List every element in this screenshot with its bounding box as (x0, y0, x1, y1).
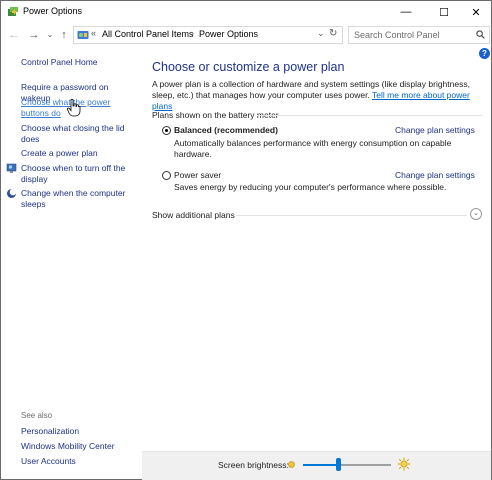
personalization-link[interactable]: Personalization (21, 426, 139, 437)
sleep-moon-icon (7, 188, 17, 198)
help-icon[interactable]: ? (479, 48, 490, 59)
maximize-button[interactable]: ☐ (427, 1, 461, 23)
balanced-change-settings-link[interactable]: Change plan settings (395, 125, 475, 135)
page-title: Choose or customize a power plan (152, 60, 345, 74)
balanced-plan-name[interactable]: Balanced (recommended) (174, 125, 278, 135)
section-divider (257, 115, 482, 116)
power-options-window: Power Options — ☐ ✕ ← → ⌄ ↑ « All Contro… (0, 0, 492, 480)
power-options-icon (8, 7, 18, 16)
window-title: Power Options (23, 6, 83, 16)
power-saver-change-settings-link[interactable]: Change plan settings (395, 170, 475, 180)
brightness-slider-track[interactable] (303, 464, 391, 466)
recent-locations-button[interactable]: ⌄ (43, 28, 57, 42)
bright-sun-icon (397, 457, 411, 471)
power-saver-plan-radio[interactable] (162, 171, 171, 180)
balanced-plan-description: Automatically balances performance with … (174, 138, 452, 159)
show-additional-plans[interactable]: Show additional plans (152, 210, 235, 220)
brightness-bar: Screen brightness: (142, 451, 491, 480)
hand-cursor-icon (67, 99, 81, 117)
control-panel-home-link[interactable]: Control Panel Home (21, 57, 139, 68)
control-panel-icon (77, 31, 89, 39)
close-button[interactable]: ✕ (459, 1, 492, 23)
page-description: A power plan is a collection of hardware… (152, 79, 482, 112)
title-bar: Power Options — ☐ ✕ (1, 1, 491, 23)
breadcrumb-overflow[interactable]: « (91, 28, 96, 38)
brightness-slider-thumb[interactable] (336, 458, 342, 471)
minimize-button[interactable]: — (389, 1, 423, 23)
user-accounts-link[interactable]: User Accounts (21, 456, 139, 467)
address-dropdown-icon[interactable]: ⌄ (317, 28, 325, 39)
power-saver-plan-description: Saves energy by reducing your computer's… (174, 182, 447, 192)
create-power-plan-link[interactable]: Create a power plan (21, 148, 139, 159)
dim-sun-icon (288, 461, 295, 468)
display-icon (6, 163, 17, 173)
computer-sleeps-link[interactable]: Change when the computer sleeps (21, 188, 126, 210)
breadcrumb-separator[interactable]: › (191, 28, 194, 38)
see-also-label: See also (21, 411, 53, 420)
expand-chevron-icon[interactable]: ⌄ (470, 208, 482, 220)
radio-selected-dot (165, 129, 168, 132)
brightness-slider-fill (303, 464, 339, 466)
power-saver-plan-name[interactable]: Power saver (174, 170, 221, 180)
balanced-plan-radio[interactable] (162, 126, 171, 135)
breadcrumb-power-options[interactable]: Power Options (199, 29, 258, 39)
back-button[interactable]: ← (7, 28, 21, 42)
search-icon[interactable] (476, 30, 485, 39)
up-button[interactable]: ↑ (57, 28, 71, 42)
brightness-label: Screen brightness: (218, 460, 289, 470)
turn-off-display-link[interactable]: Choose when to turn off the display (21, 163, 131, 185)
show-additional-divider (236, 215, 467, 216)
search-box[interactable]: Search Control Panel (348, 26, 490, 44)
breadcrumb-all-control-panel-items[interactable]: All Control Panel Items (102, 29, 194, 39)
search-input[interactable]: Search Control Panel (354, 30, 440, 40)
navigation-bar: ← → ⌄ ↑ « All Control Panel Items › Powe… (1, 24, 491, 46)
closing-lid-link[interactable]: Choose what closing the lid does (21, 123, 126, 145)
forward-button[interactable]: → (27, 28, 41, 42)
address-bar[interactable]: « All Control Panel Items › Power Option… (73, 26, 343, 44)
mobility-center-link[interactable]: Windows Mobility Center (21, 441, 139, 452)
refresh-button[interactable]: ↻ (329, 28, 337, 39)
